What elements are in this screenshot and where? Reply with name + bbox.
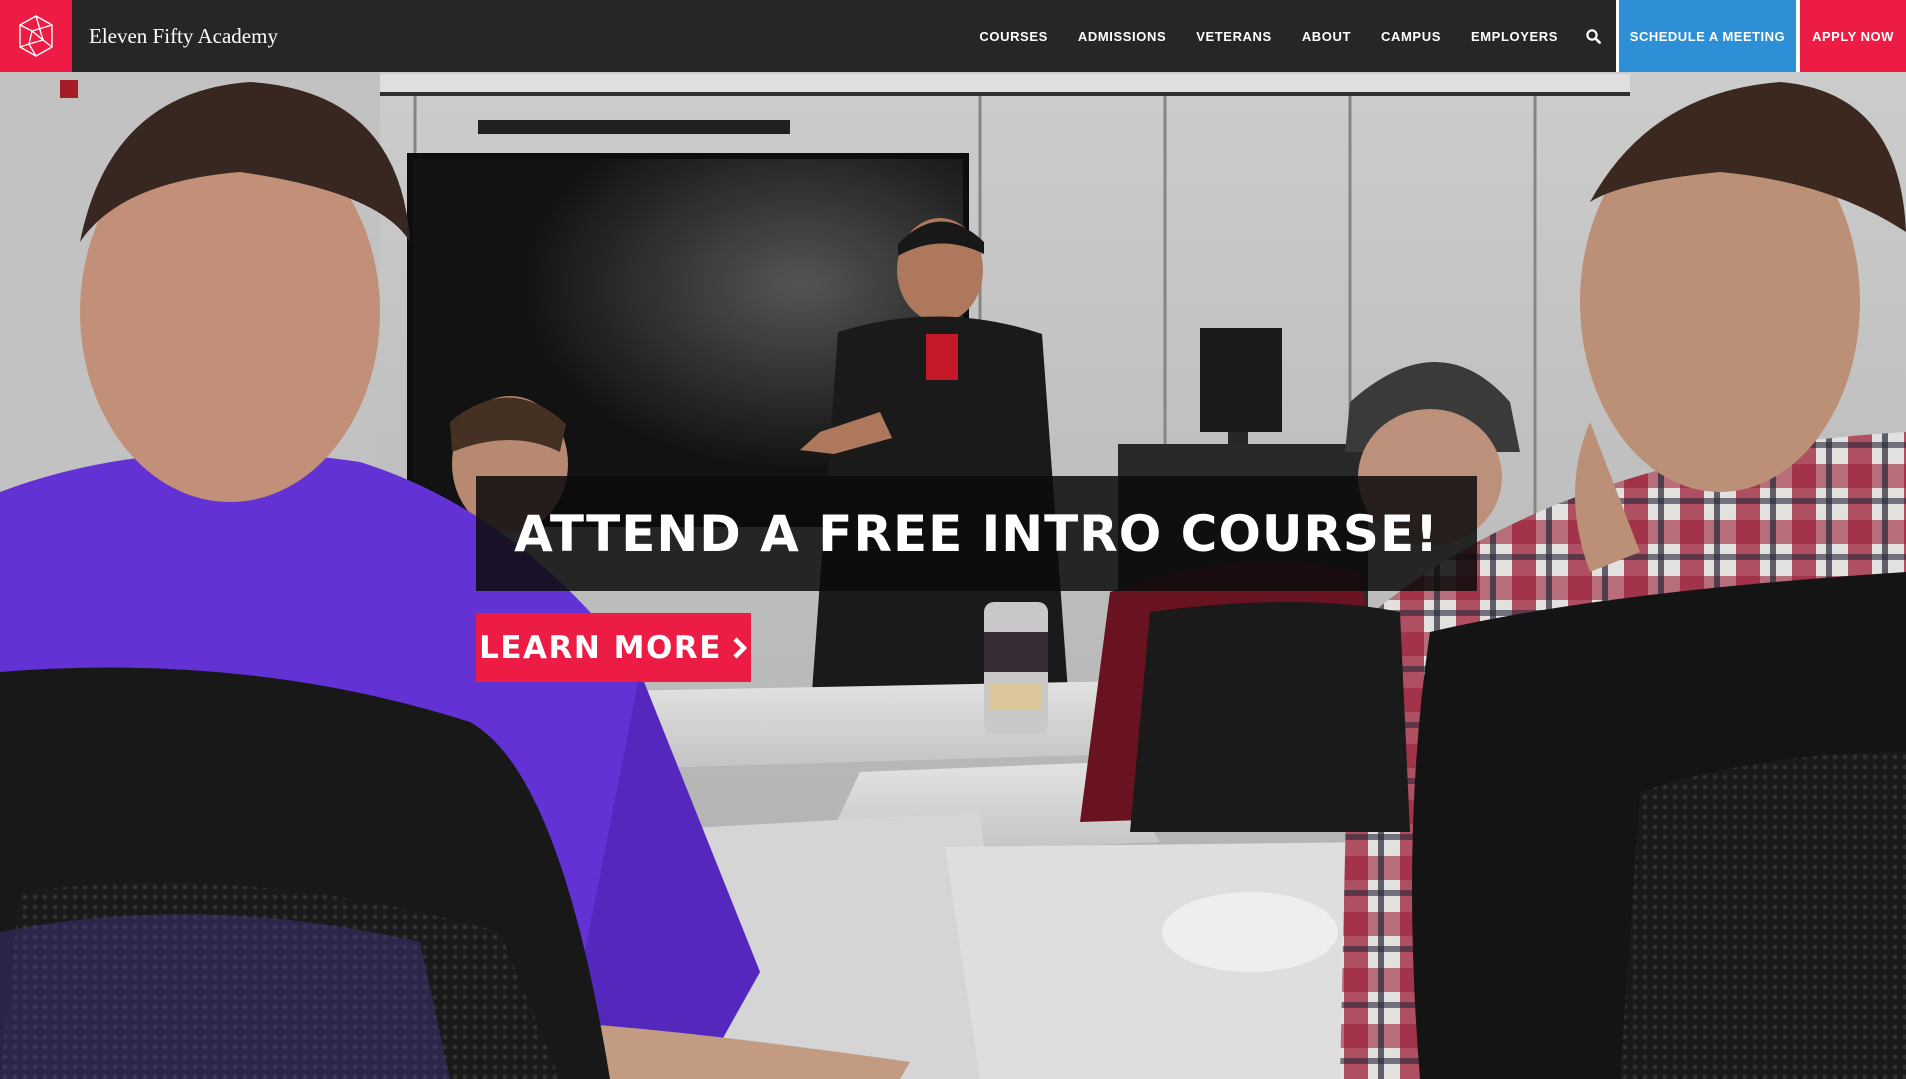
hero-banner: ATTEND A FREE INTRO COURSE! LEARN MORE <box>0 72 1906 1079</box>
brand-name[interactable]: Eleven Fifty Academy <box>89 0 278 72</box>
logo-link[interactable] <box>0 0 72 72</box>
nav-item-employers[interactable]: EMPLOYERS <box>1471 29 1558 44</box>
search-button[interactable] <box>1584 27 1602 45</box>
apply-now-button[interactable]: APPLY NOW <box>1796 0 1906 72</box>
learn-more-button[interactable]: LEARN MORE <box>476 613 751 682</box>
learn-more-label: LEARN MORE <box>479 629 722 666</box>
nav-item-campus[interactable]: CAMPUS <box>1381 29 1441 44</box>
nav-item-about[interactable]: ABOUT <box>1302 29 1351 44</box>
hero-headline: ATTEND A FREE INTRO COURSE! <box>514 504 1439 563</box>
schedule-meeting-button[interactable]: SCHEDULE A MEETING <box>1616 0 1796 72</box>
search-icon <box>1585 28 1601 44</box>
academy-geometric-logo-icon <box>19 15 53 57</box>
nav-item-admissions[interactable]: ADMISSIONS <box>1078 29 1166 44</box>
site-header: Eleven Fifty Academy COURSES ADMISSIONS … <box>0 0 1906 72</box>
main-nav: COURSES ADMISSIONS VETERANS ABOUT CAMPUS… <box>979 0 1906 72</box>
nav-item-veterans[interactable]: VETERANS <box>1196 29 1272 44</box>
nav-item-courses[interactable]: COURSES <box>979 29 1048 44</box>
headline-banner: ATTEND A FREE INTRO COURSE! <box>476 476 1477 591</box>
chevron-right-icon <box>732 636 748 660</box>
